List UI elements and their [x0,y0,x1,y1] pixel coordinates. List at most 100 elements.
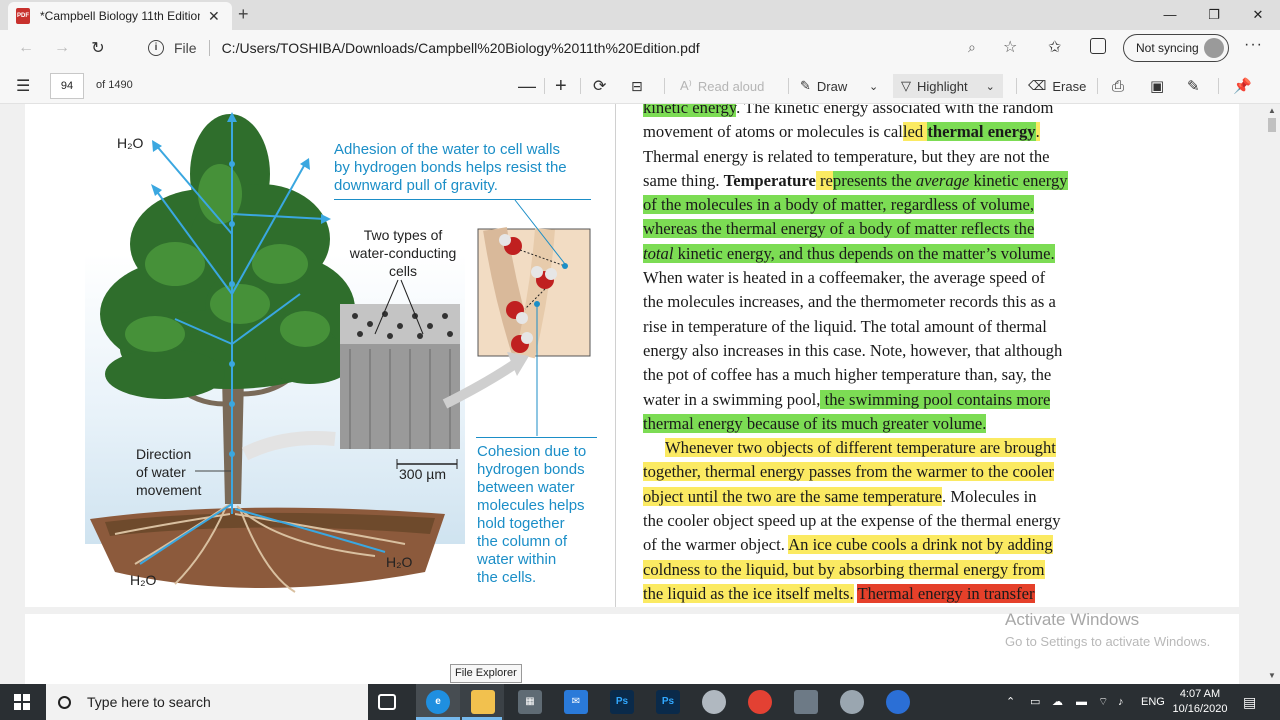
tray-app-icon[interactable]: ▭ [1030,684,1040,720]
mail-icon[interactable]: ✉ [564,690,588,714]
scroll-down-icon[interactable]: ▼ [1268,671,1276,680]
favorites-icon[interactable]: ✩ [1048,37,1061,57]
windows-start-icon[interactable] [14,694,30,710]
highlight-dropdown-chevron-icon[interactable]: ⌄ [986,80,995,93]
language-indicator[interactable]: ENG [1141,684,1165,720]
more-options-icon[interactable]: ··· [1244,36,1263,54]
read-aloud-label: Read aloud [697,78,765,94]
pdf-file-icon: PDF [16,8,30,24]
refresh-icon[interactable]: ↻ [80,38,116,58]
new-tab-icon[interactable]: + [238,4,249,25]
direction-caption: Direction of water movement [136,446,202,498]
info-icon[interactable]: i [148,40,164,56]
pdf-page: H₂O Adhesion of the water to cell walls b… [25,104,1239,607]
favorite-star-icon[interactable]: ☆ [1003,37,1017,57]
tray-chevron-icon[interactable]: ⌃ [1006,684,1015,720]
photoshop-icon[interactable]: Ps [610,690,634,714]
adhesion-caption: Adhesion of the water to cell walls by hy… [334,141,567,194]
wifi-icon[interactable]: ⌔ [1098,684,1108,720]
task-view-icon[interactable] [378,694,396,710]
clock-time: 4:07 AM [1179,688,1221,700]
h2o-label-top: H₂O [117,135,144,151]
file-explorer-icon[interactable] [471,690,495,714]
activate-windows-title: Activate Windows [1005,610,1140,629]
pdf-viewer[interactable]: H₂O Adhesion of the water to cell walls b… [0,104,1280,684]
tab-pdf-document[interactable]: PDF *Campbell Biology 11th Edition.p ✕ [8,2,232,30]
address-bar[interactable]: i File C:/Users/TOSHIBA/Downloads/Campbe… [140,34,1036,62]
save-as-icon[interactable]: ✎ [1187,74,1200,98]
erase-label: Erase [1052,78,1087,94]
rotate-icon[interactable]: ⟳ [593,74,606,98]
clock-date: 10/16/2020 [1172,703,1228,715]
read-aloud-icon: A⁾ [680,78,692,93]
pen-icon: ✎ [800,78,811,93]
read-aloud-button[interactable]: A⁾ Read aloud [680,74,764,98]
clock[interactable]: 4:07 AM 10/16/2020 [1172,687,1228,717]
tab-strip: PDF *Campbell Biology 11th Edition.p ✕ +… [0,0,1280,30]
h2o-label-bottom-right: H₂O [386,554,413,570]
draw-dropdown-chevron-icon[interactable]: ⌄ [869,74,878,98]
taskbar: Type here to search e ▦ ✉ Ps Ps ⌃ ▭ ☁ ▬ … [0,684,1280,720]
cohesion-caption: Cohesion due to hydrogen bonds between wat… [477,443,587,586]
url-separator [208,40,210,56]
page-number-input[interactable]: 94 [50,73,84,99]
scrollbar-thumb[interactable] [1268,118,1276,132]
zoom-in-icon[interactable]: + [555,74,567,98]
scroll-up-icon[interactable]: ▲ [1268,106,1276,115]
notification-icon[interactable]: ▤ [1243,684,1256,720]
column-divider [615,104,616,607]
search-icon [58,695,71,709]
draw-label: Draw [816,78,848,94]
two-types-caption: Two types of water-conducting cells [349,227,457,279]
sync-button[interactable]: Not syncing [1123,34,1229,62]
cohesion-rule [476,437,597,438]
url-text[interactable]: C:/Users/TOSHIBA/Downloads/Campbell%20Bi… [222,40,700,56]
h2o-label-bottom-left: H₂O [130,572,157,588]
scale-bar-label: 300 µm [399,466,446,482]
zoom-out-icon[interactable]: — [518,74,536,98]
fit-page-icon[interactable]: ⊟ [631,74,643,98]
edge-browser-icon[interactable]: e [426,690,450,714]
store-icon[interactable]: ▦ [518,690,542,714]
taskbar-search-box[interactable]: Type here to search [46,684,368,720]
onedrive-icon[interactable]: ☁ [1052,684,1063,720]
tray-drive-icon[interactable]: ▬ [1076,684,1087,720]
volume-icon[interactable]: ♪ [1118,684,1124,720]
video-app-icon[interactable] [794,690,818,714]
eraser-icon: ⌫ [1028,78,1047,93]
minimize-button[interactable]: — [1148,0,1192,30]
highlighter-icon: ▽ [901,78,911,93]
body-text[interactable]: kinetic energy. The kinetic energy assoc… [643,104,1143,606]
erase-button[interactable]: ⌫ Erase [1028,74,1086,98]
maximize-button[interactable]: ❐ [1192,0,1236,30]
adhesion-rule [334,199,591,200]
sync-label: Not syncing [1136,41,1199,55]
vertical-scrollbar[interactable]: ▲ ▼ [1264,104,1280,684]
address-bar-row: ← → ↻ i File C:/Users/TOSHIBA/Downloads/… [0,30,1280,66]
photoshop-2-icon[interactable]: Ps [656,690,680,714]
zoom-icon[interactable]: ⌕ [968,39,976,56]
app-icon[interactable] [702,690,726,714]
forward-arrow-icon[interactable]: → [44,39,80,57]
chrome-icon[interactable] [748,690,772,714]
search-placeholder: Type here to search [87,694,211,710]
highlight-label: Highlight [917,78,968,94]
activate-windows-subtitle: Go to Settings to activate Windows. [1005,634,1211,649]
tab-title: *Campbell Biology 11th Edition.p [40,9,200,23]
save-icon[interactable]: ▣ [1150,74,1164,98]
close-window-button[interactable]: ✕ [1236,0,1280,30]
page-total: of 1490 [96,79,133,91]
print-icon[interactable]: ⎙ [1112,74,1124,98]
tab-close-icon[interactable]: ✕ [208,8,220,25]
pin-toolbar-icon[interactable]: 📌 [1233,74,1252,98]
back-arrow-icon[interactable]: ← [8,39,44,57]
settings-app-icon[interactable] [840,690,864,714]
table-of-contents-icon[interactable]: ☰ [16,76,30,96]
pdf-toolbar: ☰ 94 of 1490 — + ⟳ ⊟ A⁾ Read aloud ✎ Dra… [0,66,1280,104]
url-scheme-label: File [174,40,197,56]
collections-icon[interactable] [1090,38,1106,54]
browser-app-icon[interactable] [886,690,910,714]
highlight-button[interactable]: ▽ Highlight ⌄ [893,74,1003,98]
avatar [1204,38,1224,58]
draw-button[interactable]: ✎ Draw [800,74,847,98]
